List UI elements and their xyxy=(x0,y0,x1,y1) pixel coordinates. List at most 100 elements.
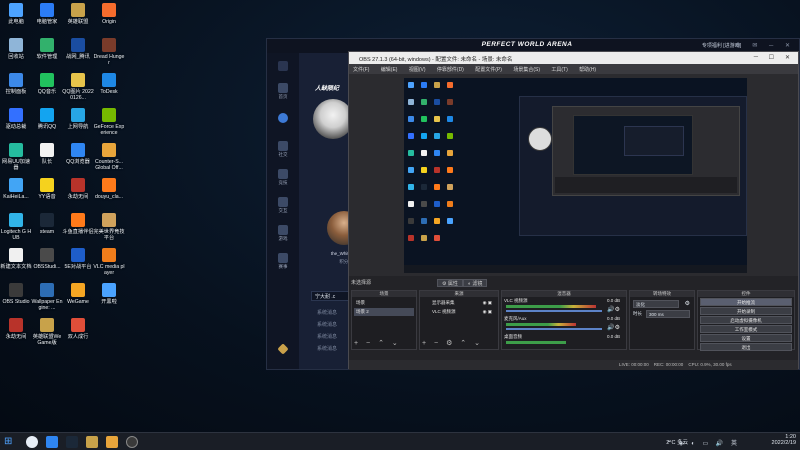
properties-button[interactable]: ⚙ 属性 xyxy=(437,279,463,287)
scene-item[interactable]: 场景 2 xyxy=(354,308,414,316)
launcher-window-controls[interactable]: ⚙ ✉ ─ ✕ xyxy=(735,42,795,49)
desktop-icon[interactable]: douyu_cla... xyxy=(93,178,125,200)
eye-lock-icon[interactable]: ◉ ▣ xyxy=(483,299,492,307)
desktop-icon[interactable]: 腾讯QQ xyxy=(31,108,63,130)
speaker-gear-icon[interactable]: 🔊⚙ xyxy=(607,324,620,331)
desktop-icon[interactable]: 上网导航 xyxy=(62,108,94,130)
search-icon[interactable] xyxy=(26,436,38,448)
eye-lock-icon[interactable]: ◉ ▣ xyxy=(483,308,492,316)
volume-slider[interactable] xyxy=(506,310,602,312)
steam-taskbar-icon[interactable] xyxy=(66,436,78,448)
desktop-icon[interactable]: 驱动总裁 xyxy=(0,108,32,130)
menu-scene-collection[interactable]: 场景集合(S) xyxy=(513,67,540,73)
nav-tools[interactable] xyxy=(271,343,295,355)
desktop-icon[interactable]: 电脑管家 xyxy=(31,3,63,25)
desktop-icon[interactable]: OBS Studio xyxy=(0,283,32,305)
desktop-icon[interactable]: 英雄联盟WeGame版 xyxy=(31,318,63,346)
desktop-icon[interactable]: OBSStudi... xyxy=(31,248,63,270)
desktop-icon[interactable]: 此电脑 xyxy=(0,3,32,25)
desktop-icon[interactable]: Origin xyxy=(93,3,125,25)
exit-button[interactable]: 退出 xyxy=(700,343,792,351)
desktop-icon[interactable]: GeForce Experience xyxy=(93,108,125,136)
desktop-icon[interactable]: QQ浏览器 xyxy=(62,143,94,165)
system-message[interactable]: 系统消息 xyxy=(317,333,337,340)
nav-interact[interactable]: 交互 xyxy=(271,197,295,214)
start-virtual-camera-button[interactable]: 启动虚拟摄像机 xyxy=(700,316,792,324)
desktop-icon[interactable]: Wallpaper Engine: ... xyxy=(31,283,63,311)
menu-profile[interactable]: 配置文件(P) xyxy=(475,67,502,73)
menu-tools[interactable]: 工具(T) xyxy=(551,67,567,73)
nav-games[interactable]: 游戏 xyxy=(271,225,295,242)
nav-social[interactable]: 社交 xyxy=(271,141,295,158)
system-message[interactable]: 系统消息 xyxy=(317,321,337,328)
league-taskbar-icon[interactable] xyxy=(86,436,98,448)
desktop-icon[interactable]: 软件管理 xyxy=(31,38,63,60)
obs-titlebar[interactable]: OBS 27.1.3 (64-bit, windows) - 配置文件: 未命名… xyxy=(349,52,798,64)
desktop-icon[interactable]: Dread Hunger xyxy=(93,38,125,66)
settings-button[interactable]: 设置 xyxy=(700,334,792,342)
desktop-icon[interactable]: 回收站 xyxy=(0,38,32,60)
close-icon[interactable]: ✕ xyxy=(785,54,790,61)
desktop-icon[interactable]: 控制面板 xyxy=(0,73,32,95)
system-tray-icons[interactable]: ⌃ ◈ ◐ ▭ 🔊 英 xyxy=(666,438,740,447)
menu-view[interactable]: 视图(V) xyxy=(409,67,426,73)
desktop-icon[interactable]: WeGame xyxy=(62,283,94,305)
desktop-icon[interactable]: 斗鱼直播伴侣 xyxy=(62,213,94,235)
desktop-icon[interactable]: 新建文本文档 xyxy=(0,248,32,270)
desktop-icon[interactable]: 永劫无间 xyxy=(0,318,32,340)
desktop-icon[interactable]: 开黑啦 xyxy=(93,283,125,305)
menu-help[interactable]: 帮助(H) xyxy=(579,67,596,73)
studio-mode-button[interactable]: 工作室模式 xyxy=(700,325,792,333)
minimize-icon[interactable]: ─ xyxy=(754,54,758,60)
desktop-icon[interactable]: 5E对战平台 xyxy=(62,248,94,270)
desktop-icon[interactable]: QQ音乐 xyxy=(31,73,63,95)
app-icon xyxy=(102,248,116,262)
nav-compete[interactable]: 竞技 xyxy=(271,169,295,186)
menu-edit[interactable]: 编辑(E) xyxy=(381,67,398,73)
speaker-gear-icon[interactable]: 🔊⚙ xyxy=(607,306,620,313)
desktop-icon[interactable]: 永劫无间 xyxy=(62,178,94,200)
desktop-icon[interactable]: 完美世界竞技平台 xyxy=(93,213,125,241)
obs-preview-canvas[interactable] xyxy=(404,78,747,273)
desktop-icon[interactable]: 战网_腾讯 xyxy=(62,38,94,60)
maximize-icon[interactable]: ☐ xyxy=(769,54,774,61)
desktop-icon[interactable]: Logitech G HUB xyxy=(0,213,32,241)
system-message[interactable]: 系统消息 xyxy=(317,309,337,316)
desktop-icon[interactable]: 网易UU加速器 xyxy=(0,143,32,171)
volume-slider[interactable] xyxy=(506,328,602,330)
desktop-icon[interactable]: KaiHeiLa... xyxy=(0,178,32,200)
source-item-display[interactable]: 显示器采集 ◉ ▣ xyxy=(422,299,496,307)
nav-arena[interactable] xyxy=(271,113,295,123)
desktop-icon[interactable]: 双人成行 xyxy=(62,318,94,340)
transition-select[interactable]: 淡化 xyxy=(633,300,679,308)
desktop-icon[interactable]: YY语音 xyxy=(31,178,63,200)
start-streaming-button[interactable]: 开始推流 xyxy=(700,298,792,306)
filters-button[interactable]: ◐ 滤镜 xyxy=(463,279,488,287)
desktop-icon[interactable]: Counter-S... Global Off... xyxy=(93,143,125,171)
desktop-icon[interactable]: VLC media player xyxy=(93,248,125,276)
nav-events[interactable]: 赛事 xyxy=(271,253,295,270)
source-item-vlc[interactable]: VLC 视频源 ◉ ▣ xyxy=(422,308,496,316)
scene-item[interactable]: 场景 xyxy=(354,299,414,307)
nav-back[interactable] xyxy=(271,61,295,71)
desktop-icon[interactable]: steam xyxy=(31,213,63,235)
qq-browser-taskbar-icon[interactable] xyxy=(46,436,58,448)
clock[interactable]: 1:20 2022/2/19 xyxy=(772,434,796,446)
game-taskbar-icon[interactable] xyxy=(106,436,118,448)
start-recording-button[interactable]: 开始录制 xyxy=(700,307,792,315)
duration-input[interactable]: 300 ms xyxy=(646,310,690,318)
gear-icon[interactable]: ⚙ xyxy=(685,300,690,307)
desktop-icon[interactable]: QQ图片 20220126... xyxy=(62,73,94,101)
desktop-icon[interactable]: 英雄联盟 xyxy=(62,3,94,25)
menu-docks[interactable]: 停靠部件(D) xyxy=(437,67,464,73)
start-icon[interactable]: ⊞ xyxy=(4,436,16,448)
menu-file[interactable]: 文件(F) xyxy=(353,67,369,73)
system-message[interactable]: 系统消息 xyxy=(317,345,337,352)
desktop-icon[interactable]: ToDesk xyxy=(93,73,125,95)
scene-tools[interactable]: + − ⌃ ⌄ xyxy=(354,339,401,347)
user-avatar[interactable] xyxy=(313,99,353,139)
obs-taskbar-icon[interactable] xyxy=(126,436,138,448)
desktop-icon[interactable]: 队长 xyxy=(31,143,63,165)
source-tools[interactable]: + − ⚙ ⌃ ⌄ xyxy=(422,339,483,347)
nav-home[interactable]: 首页 xyxy=(271,83,295,100)
